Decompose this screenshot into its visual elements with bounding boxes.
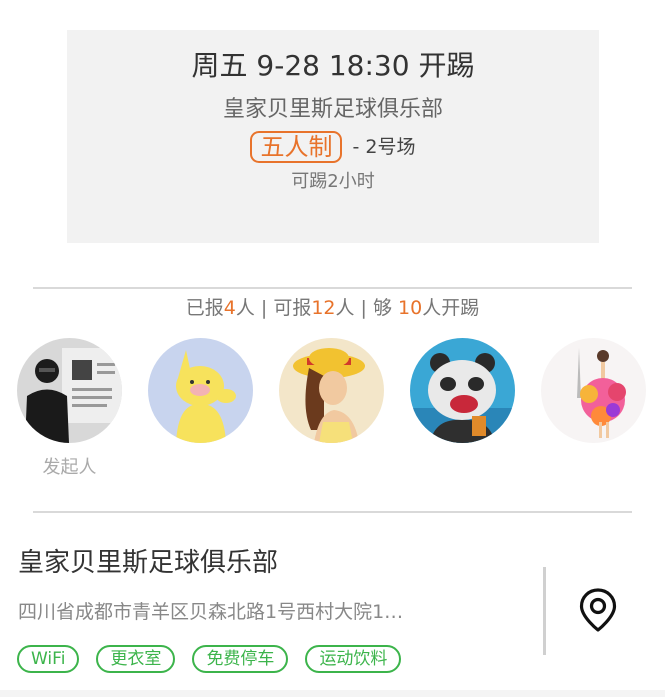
section-divider bbox=[33, 287, 632, 289]
event-duration: 可踢2小时 bbox=[291, 171, 375, 192]
map-button[interactable] bbox=[570, 582, 626, 638]
avatar-panda[interactable] bbox=[410, 338, 515, 443]
tag-wifi: WiFi bbox=[17, 645, 80, 673]
event-time: 周五 9-28 18:30 开踢 bbox=[191, 49, 475, 82]
signup-summary: 已报4人 | 可报12人 | 够 10人开踢 bbox=[0, 294, 665, 322]
event-detail-page: 周五 9-28 18:30 开踢 皇家贝里斯足球俱乐部 五人制 - 2号场 可踢… bbox=[0, 0, 665, 697]
joined-suffix: 人 | 可报 bbox=[235, 297, 312, 319]
avatar-organizer[interactable] bbox=[17, 338, 122, 443]
avatar-girl-straw-hat[interactable] bbox=[279, 338, 384, 443]
event-info-card: 周五 9-28 18:30 开踢 皇家贝里斯足球俱乐部 五人制 - 2号场 可踢… bbox=[67, 30, 599, 243]
venue-tags: WiFi 更衣室 免费停车 运动饮料 bbox=[17, 645, 402, 673]
joined-prefix: 已报 bbox=[185, 297, 224, 319]
capacity-count: 12 bbox=[311, 297, 336, 319]
event-club-name: 皇家贝里斯足球俱乐部 bbox=[222, 97, 443, 122]
vertical-divider bbox=[543, 567, 546, 655]
avatar-dress-illustration[interactable] bbox=[541, 338, 646, 443]
joined-count: 4 bbox=[223, 297, 236, 319]
venue-name[interactable]: 皇家贝里斯足球俱乐部 bbox=[18, 545, 278, 581]
section-divider bbox=[33, 511, 632, 513]
venue-address[interactable]: 四川省成都市青羊区贝森北路1号西村大院1… bbox=[18, 598, 463, 626]
organizer-label: 发起人 bbox=[42, 457, 97, 478]
format-badge: 五人制 bbox=[250, 130, 343, 163]
event-format-row: 五人制 - 2号场 bbox=[67, 130, 599, 163]
bottom-separator bbox=[0, 690, 665, 697]
tag-free-parking: 免费停车 bbox=[192, 645, 289, 673]
tag-locker-room: 更衣室 bbox=[96, 645, 176, 673]
capacity-suffix: 人 | 够 bbox=[335, 297, 399, 319]
tag-sports-drinks: 运动饮料 bbox=[305, 645, 402, 673]
minimum-suffix: 人开踢 bbox=[422, 297, 480, 319]
location-pin-icon bbox=[579, 588, 617, 632]
minimum-count: 10 bbox=[398, 297, 423, 319]
court-label: - 2号场 bbox=[352, 135, 416, 158]
avatar-yellow-toy[interactable] bbox=[148, 338, 253, 443]
